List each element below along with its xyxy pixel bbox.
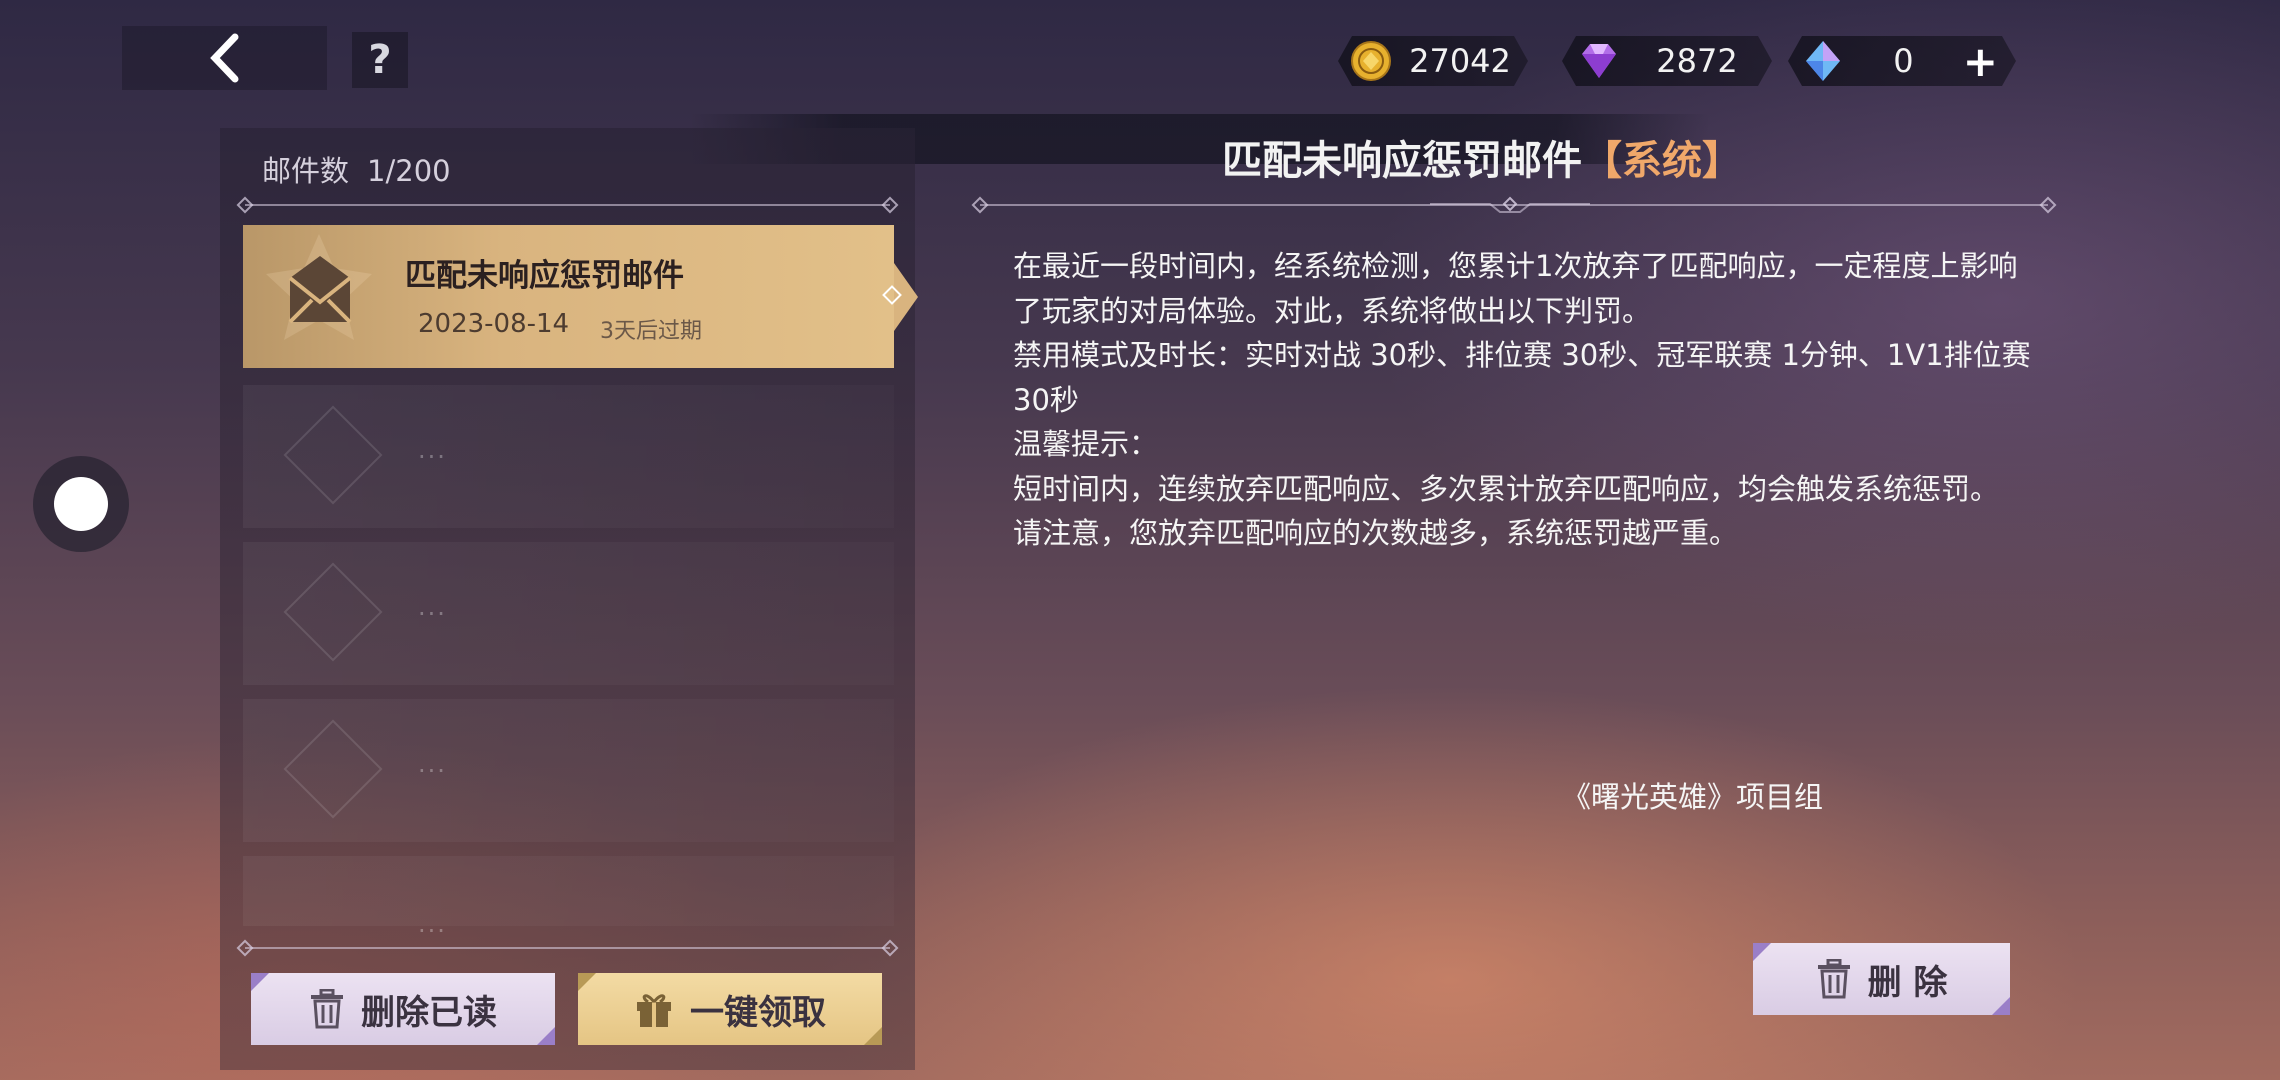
delete-mail-label: 删 除 [1867,962,1948,1003]
mail-count-value: 1/200 [367,154,451,188]
purple-diamond-icon [1576,40,1622,82]
mail-item-date: 2023-08-14 [418,309,570,339]
back-button[interactable] [122,26,327,90]
crystal-currency: 0 + [1788,36,2016,86]
mail-paragraph: 请注意，您放弃匹配响应的次数越多，系统惩罚越严重。 [1013,516,1739,550]
trash-icon [311,989,343,1029]
claim-all-label: 一键领取 [690,992,826,1033]
empty-slot-dots: ... [418,436,447,464]
mail-item-expire: 3天后过期 [600,319,702,344]
mail-count: 邮件数 1/200 [262,148,451,190]
crystal-amount: 0 [1893,42,1914,80]
claim-all-button[interactable]: 一键领取 [578,973,882,1045]
delete-read-button[interactable]: 删除已读 [251,973,555,1045]
blue-crystal-icon [1802,39,1844,83]
chevron-left-icon [209,33,238,83]
mail-item-title: 匹配未响应惩罚邮件 [405,258,684,294]
empty-slot-dots: ... [418,750,447,778]
trash-icon [1817,959,1850,999]
mail-signature: 《曙光英雄》项目组 [1562,780,1824,814]
mail-count-label: 邮件数 [262,154,350,188]
empty-slot-dots: ... [418,593,447,621]
gift-icon [637,994,671,1027]
list-divider-top [245,204,890,206]
list-divider-bottom [245,947,890,949]
diamond-currency: 2872 [1562,36,1772,86]
mail-paragraph: 短时间内，连续放弃匹配响应、多次累计放弃匹配响应，均会触发系统惩罚。 [1013,471,2000,506]
floating-assistive-button[interactable] [33,456,129,552]
mail-body: 在最近一段时间内，经系统检测，您累计1次放弃了匹配响应，一定程度上影响了玩家的对… [1013,244,2033,556]
gold-coin-icon [1350,40,1392,82]
empty-mail-slot [243,856,894,926]
divider-ornament-icon [1430,196,1590,213]
diamond-amount: 2872 [1656,42,1738,80]
delete-read-label: 删除已读 [361,992,497,1033]
mail-detail-title: 匹配未响应惩罚邮件【系统】 [1222,128,1742,186]
gold-amount: 27042 [1409,42,1511,80]
envelope-icon [266,234,372,340]
empty-slot-dots: ... [418,910,447,938]
gold-currency: 27042 [1338,36,1528,86]
mail-paragraph: 禁用模式及时长：实时对战 30秒、排位赛 30秒、冠军联赛 1分钟、1V1排位赛… [1013,338,2040,417]
mail-paragraph: 温馨提示： [1013,427,1159,461]
mail-paragraph: 在最近一段时间内，经系统检测，您累计1次放弃了匹配响应，一定程度上影响了玩家的对… [1013,249,2018,328]
help-button[interactable]: ? [352,32,408,88]
delete-mail-button[interactable]: 删 除 [1753,943,2010,1015]
mail-source-tag: 【系统】 [1582,138,1742,184]
add-currency-button[interactable]: + [1963,37,1998,86]
mail-title-text: 匹配未响应惩罚邮件 [1222,138,1582,184]
